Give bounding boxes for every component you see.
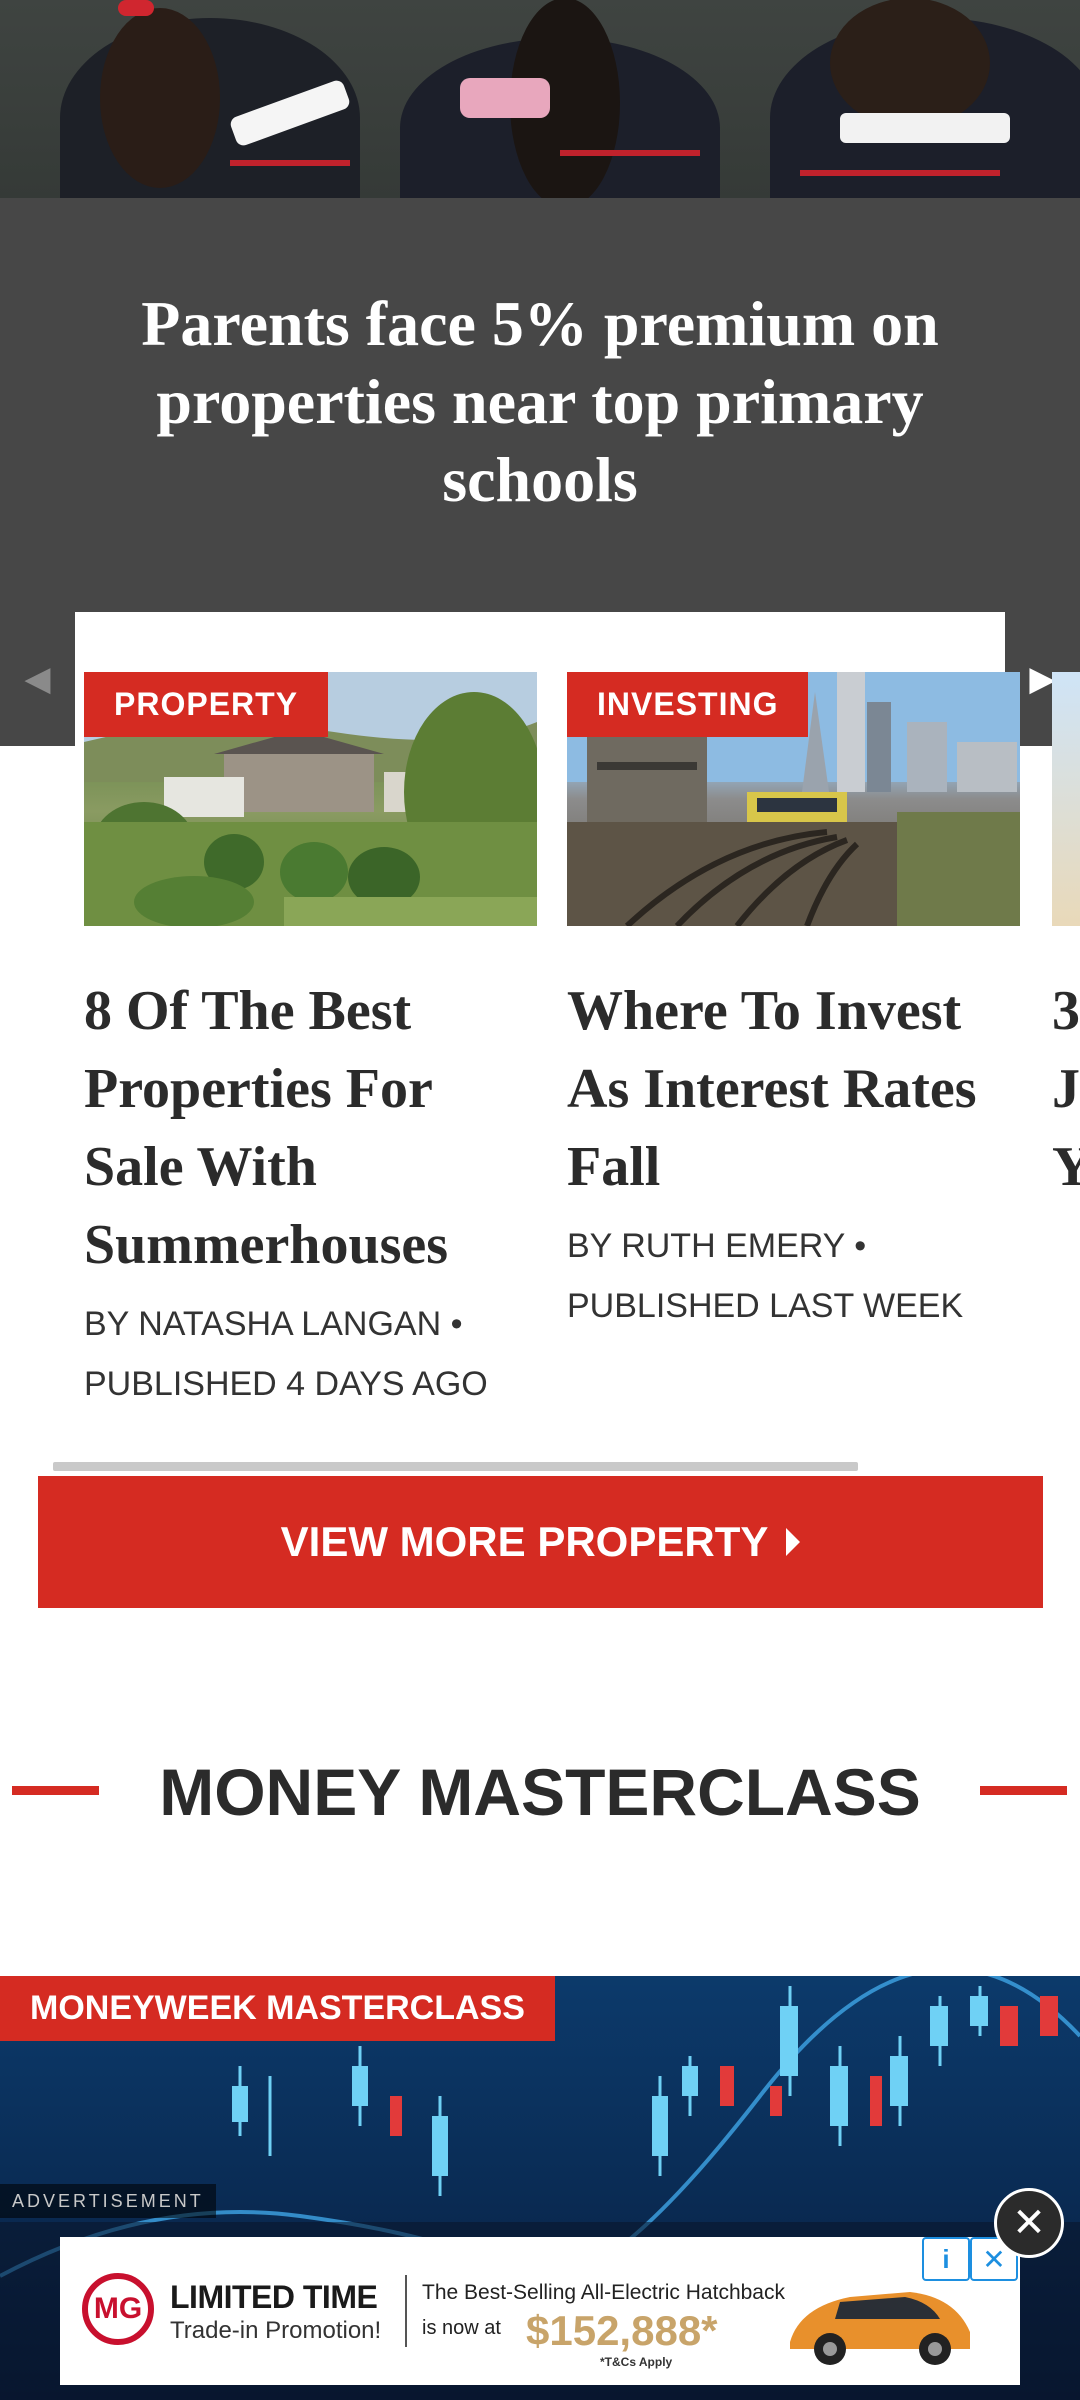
ad-copy: The Best-Selling All-Electric Hatchback [422, 2281, 785, 2304]
uniform-stripe [800, 170, 1000, 176]
next-article-title-peek[interactable]: 3JY [1052, 972, 1080, 1206]
carousel-scrollbar[interactable] [53, 1462, 858, 1471]
article-title[interactable]: Where To Invest As Interest Rates Fall [567, 972, 1020, 1206]
caret-right-icon [786, 1528, 801, 1556]
uniform-stripe [560, 150, 700, 156]
article-card[interactable]: PROPERTY 8 Of The Best Properties For Sa… [84, 672, 537, 1414]
masterclass-tag[interactable]: MONEYWEEK MASTERCLASS [0, 1976, 555, 2041]
uniform-stripe [230, 160, 350, 166]
view-more-label: VIEW MORE PROPERTY [280, 1518, 769, 1565]
carousel-prev-button[interactable]: ◀ [0, 612, 75, 746]
article-thumbnail[interactable]: PROPERTY [84, 672, 537, 926]
advertisement-label: ADVERTISEMENT [0, 2184, 216, 2218]
next-article-thumbnail-peek[interactable] [1052, 672, 1080, 926]
view-more-property-button[interactable]: VIEW MORE PROPERTY [38, 1476, 1043, 1608]
hero-image-child-left [60, 8, 360, 198]
ad-now-at: is now at [422, 2317, 501, 2339]
ad-headline: LIMITED TIME [170, 2279, 378, 2315]
article-byline: BY RUTH EMERY • PUBLISHED LAST WEEK [567, 1227, 964, 1325]
article-byline: BY NATASHA LANGAN • PUBLISHED 4 DAYS AGO [84, 1305, 488, 1403]
hair-bow [118, 0, 154, 16]
category-tag[interactable]: PROPERTY [84, 672, 329, 737]
article-thumbnail[interactable]: INVESTING [567, 672, 1020, 926]
section-heading: MONEY MASTERCLASS [0, 1752, 1080, 1832]
ad-subheadline: Trade-in Promotion! [170, 2317, 382, 2344]
ad-divider [405, 2275, 407, 2347]
category-tag[interactable]: INVESTING [567, 672, 809, 737]
ad-price: $152,888* [526, 2307, 718, 2354]
hero-headline[interactable]: Parents face 5% premium on properties ne… [90, 285, 990, 519]
heading-rule-right [980, 1786, 1067, 1795]
mg-logo: MG [82, 2273, 154, 2345]
chevron-left-icon: ◀ [24, 660, 51, 698]
section-title: MONEY MASTERCLASS [159, 1755, 921, 1829]
ad-info-icon[interactable]: i [922, 2237, 970, 2281]
ad-terms: *T&Cs Apply [600, 2355, 673, 2369]
close-icon: ✕ [1012, 2201, 1046, 2245]
close-ad-button[interactable]: ✕ [994, 2188, 1064, 2258]
hero-image[interactable] [0, 0, 1080, 198]
ad-banner[interactable]: MG LIMITED TIME Trade-in Promotion! The … [60, 2237, 1020, 2385]
article-title[interactable]: 8 Of The Best Properties For Sale With S… [84, 972, 537, 1284]
hero-image-child-middle [400, 0, 720, 198]
article-card[interactable]: INVESTING Where To Invest As Interest Ra… [567, 672, 1020, 1336]
